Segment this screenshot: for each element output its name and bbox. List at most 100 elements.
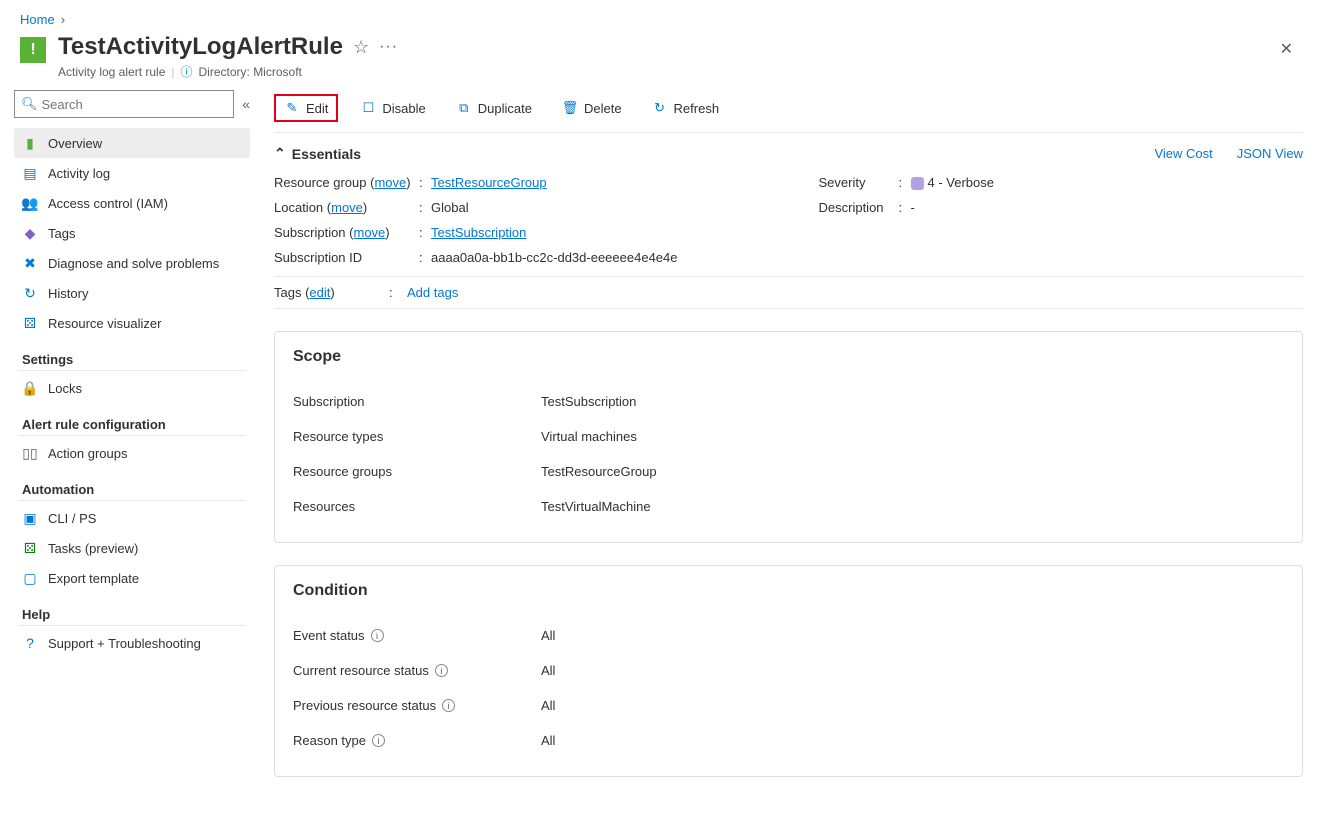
info-icon[interactable]: i (371, 629, 384, 642)
button-label: Delete (584, 101, 622, 116)
label-current-status: Current resource status (293, 663, 429, 678)
sidebar-item-label: Diagnose and solve problems (48, 256, 219, 271)
lock-icon: 🔒 (22, 380, 38, 396)
sidebar-item-activity-log[interactable]: ▤ Activity log (14, 158, 250, 188)
sidebar-section-settings: Settings (18, 338, 246, 371)
collapse-sidebar-icon[interactable]: « (242, 96, 250, 112)
edit-icon: ✎ (284, 100, 300, 116)
resource-visualizer-icon: ⚄ (22, 315, 38, 331)
sidebar-item-label: Resource visualizer (48, 316, 161, 331)
button-label: Refresh (674, 101, 720, 116)
page-header: TestActivityLogAlertRule ☆ ··· Activity … (0, 27, 1319, 90)
button-label: Disable (382, 101, 425, 116)
info-icon[interactable]: i (435, 664, 448, 677)
sidebar-item-label: CLI / PS (48, 511, 96, 526)
sidebar-item-label: Overview (48, 136, 102, 151)
sidebar: 🔍︎ « ▮ Overview ▤ Activity log 👥 Access … (0, 90, 258, 817)
value-severity: 4 - Verbose (911, 175, 995, 190)
search-input[interactable] (42, 97, 228, 112)
info-icon[interactable]: ⓘ (181, 63, 193, 80)
disable-button[interactable]: ☐ Disable (352, 96, 433, 120)
favorite-star-icon[interactable]: ☆ (353, 37, 369, 58)
sidebar-item-label: Export template (48, 571, 139, 586)
label-tags: Tags (274, 285, 301, 300)
move-resource-group-link[interactable]: move (374, 175, 406, 190)
activity-log-icon: ▤ (22, 165, 38, 181)
sidebar-item-action-groups[interactable]: ▯▯ Action groups (14, 438, 250, 468)
history-icon: ↻ (22, 285, 38, 301)
value-resource-groups: TestResourceGroup (541, 464, 657, 479)
sidebar-section-automation: Automation (18, 468, 246, 501)
action-groups-icon: ▯▯ (22, 445, 38, 461)
label-subscription: Subscription (274, 225, 346, 240)
label-resource-groups: Resource groups (293, 464, 541, 479)
main-content: ✎ Edit ☐ Disable ⧉ Duplicate 🗑 Delete ↻ … (258, 90, 1319, 817)
sidebar-item-history[interactable]: ↻ History (14, 278, 250, 308)
directory-label: Directory: Microsoft (199, 65, 302, 79)
info-icon[interactable]: i (372, 734, 385, 747)
value-current-status: All (541, 663, 555, 678)
value-resource-types: Virtual machines (541, 429, 637, 444)
sidebar-item-label: Activity log (48, 166, 110, 181)
edit-button[interactable]: ✎ Edit (274, 94, 338, 122)
duplicate-button[interactable]: ⧉ Duplicate (448, 96, 540, 120)
info-icon[interactable]: i (442, 699, 455, 712)
sidebar-item-support[interactable]: ? Support + Troubleshooting (14, 628, 250, 658)
sidebar-item-label: Support + Troubleshooting (48, 636, 201, 651)
close-icon[interactable]: ✕ (1274, 33, 1299, 65)
edit-tags-link[interactable]: edit (309, 285, 330, 300)
label-resources: Resources (293, 499, 541, 514)
sidebar-item-access-control[interactable]: 👥 Access control (IAM) (14, 188, 250, 218)
resource-subtitle: Activity log alert rule (58, 65, 165, 79)
sidebar-item-resource-visualizer[interactable]: ⚄ Resource visualizer (14, 308, 250, 338)
essentials-toggle[interactable]: ⌃ Essentials (274, 145, 361, 162)
value-description: - (911, 200, 915, 215)
label-resource-types: Resource types (293, 429, 541, 444)
sidebar-item-locks[interactable]: 🔒 Locks (14, 373, 250, 403)
search-box[interactable]: 🔍︎ (14, 90, 234, 118)
move-location-link[interactable]: move (331, 200, 363, 215)
move-subscription-link[interactable]: move (354, 225, 386, 240)
sidebar-item-cli-ps[interactable]: ▣ CLI / PS (14, 503, 250, 533)
button-label: Edit (306, 101, 328, 116)
refresh-button[interactable]: ↻ Refresh (644, 96, 728, 120)
view-cost-link[interactable]: View Cost (1154, 146, 1212, 161)
json-view-link[interactable]: JSON View (1237, 146, 1303, 161)
label-location: Location (274, 200, 323, 215)
access-control-icon: 👥 (22, 195, 38, 211)
condition-heading: Condition (293, 582, 1284, 600)
overview-icon: ▮ (22, 135, 38, 151)
value-location: Global (431, 200, 469, 215)
severity-badge-icon (911, 177, 924, 190)
add-tags-link[interactable]: Add tags (407, 285, 458, 300)
more-menu-icon[interactable]: ··· (379, 38, 398, 56)
value-resources: TestVirtualMachine (541, 499, 651, 514)
sidebar-item-tags[interactable]: ◆ Tags (14, 218, 250, 248)
sidebar-item-diagnose[interactable]: ✖︎ Diagnose and solve problems (14, 248, 250, 278)
scope-card: Scope SubscriptionTestSubscription Resou… (274, 331, 1303, 543)
subscription-link[interactable]: TestSubscription (431, 225, 526, 240)
label-previous-status: Previous resource status (293, 698, 436, 713)
chevron-up-icon: ⌃ (274, 145, 286, 162)
sidebar-item-label: History (48, 286, 88, 301)
value-reason-type: All (541, 733, 555, 748)
sidebar-section-help: Help (18, 593, 246, 626)
label-subscription-id: Subscription ID (274, 250, 419, 265)
sidebar-item-overview[interactable]: ▮ Overview (14, 128, 250, 158)
disable-icon: ☐ (360, 100, 376, 116)
delete-icon: 🗑 (562, 100, 578, 116)
resource-group-link[interactable]: TestResourceGroup (431, 175, 547, 190)
delete-button[interactable]: 🗑 Delete (554, 96, 630, 120)
button-label: Duplicate (478, 101, 532, 116)
breadcrumb-home[interactable]: Home (20, 12, 55, 27)
value-scope-subscription: TestSubscription (541, 394, 636, 409)
sidebar-item-tasks[interactable]: ⚄ Tasks (preview) (14, 533, 250, 563)
alert-rule-icon (20, 37, 46, 63)
diagnose-icon: ✖︎ (22, 255, 38, 271)
tags-row: Tags (edit) : Add tags (274, 276, 1303, 309)
sidebar-item-label: Locks (48, 381, 82, 396)
label-scope-subscription: Subscription (293, 394, 541, 409)
sidebar-item-export-template[interactable]: ▢ Export template (14, 563, 250, 593)
condition-card: Condition Event statusi All Current reso… (274, 565, 1303, 777)
label-severity: Severity (819, 175, 899, 190)
